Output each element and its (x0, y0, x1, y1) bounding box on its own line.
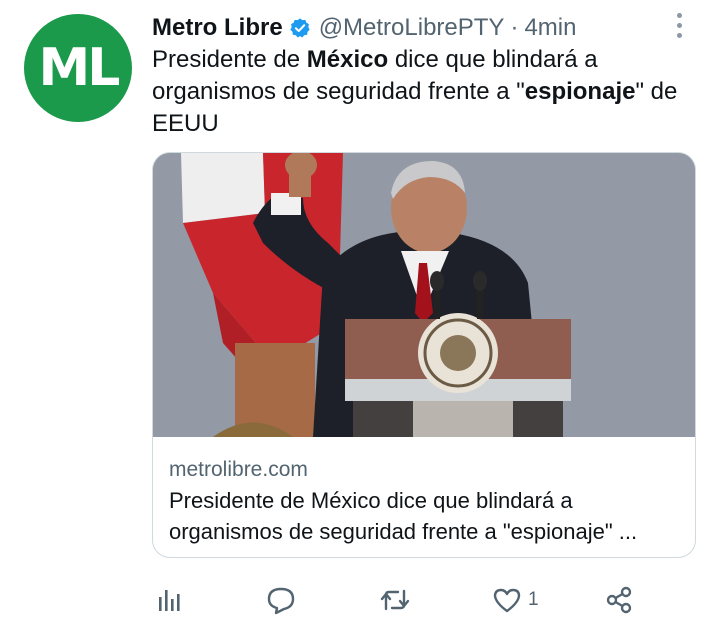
analytics-button[interactable] (154, 580, 184, 620)
retweet-icon (380, 589, 410, 611)
link-card[interactable]: metrolibre.com Presidente de México dice… (152, 152, 696, 558)
tweet-text: Presidente de México dice que blindará a… (152, 44, 682, 140)
more-options-icon[interactable] (669, 10, 689, 40)
analytics-icon (159, 590, 180, 611)
card-domain: metrolibre.com (169, 458, 308, 481)
tweet-text-part: Presidente de (152, 46, 307, 73)
author-name[interactable]: Metro Libre (152, 14, 283, 42)
retweet-button[interactable] (380, 580, 410, 620)
verified-badge-icon (290, 18, 310, 38)
card-info[interactable]: metrolibre.com Presidente de México dice… (153, 437, 695, 547)
tweet-text-bold: México (306, 46, 389, 73)
avatar[interactable]: ML (24, 14, 132, 122)
tweet-header: Metro Libre @MetroLibrePTY · 4min (152, 12, 691, 44)
author-handle[interactable]: @MetroLibrePTY (319, 14, 505, 42)
like-icon (493, 588, 521, 613)
share-button[interactable] (604, 580, 634, 620)
separator: · (510, 14, 519, 41)
tweet-actions: 1 (152, 580, 652, 620)
card-image[interactable] (153, 153, 695, 437)
timestamp[interactable]: 4min (524, 14, 576, 42)
podium-speaker-photo (153, 153, 695, 437)
tweet-text-bold: espionaje (524, 78, 636, 105)
card-title: Presidente de México dice que blindará a… (169, 488, 638, 544)
share-icon (606, 586, 632, 614)
like-count: 1 (528, 589, 539, 610)
like-button[interactable]: 1 (492, 580, 539, 620)
reply-button[interactable] (266, 580, 296, 620)
reply-icon (267, 587, 295, 615)
